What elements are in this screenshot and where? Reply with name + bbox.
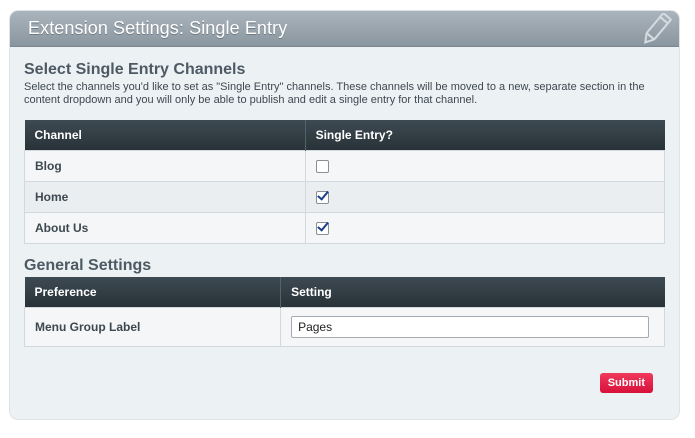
menu-group-label-input[interactable]: [291, 316, 650, 338]
panel-title: Extension Settings: Single Entry: [28, 18, 288, 38]
single-entry-cell: [304, 150, 666, 182]
channels-description: Select the channels you'd like to set as…: [24, 81, 645, 106]
general-settings-title: General Settings: [24, 257, 152, 274]
general-header-row: Preference Setting: [24, 277, 665, 308]
channels-header-row: Channel Single Entry?: [24, 120, 665, 151]
single-entry-cell: [304, 181, 666, 213]
channel-column-header: Channel: [24, 120, 306, 151]
channel-name: About Us: [24, 212, 306, 244]
submit-button[interactable]: Submit: [599, 373, 653, 393]
preference-label: Menu Group Label: [23, 307, 282, 347]
panel-header: Extension Settings: Single Entry: [10, 11, 679, 47]
settings-panel: Extension Settings: Single Entry Select …: [9, 10, 680, 420]
single-entry-cell: [304, 212, 666, 244]
table-row: Menu Group Label: [23, 307, 665, 347]
table-row: Blog: [24, 150, 666, 182]
setting-column-header: Setting: [280, 277, 665, 308]
table-row: About Us: [24, 212, 666, 244]
pencil-icon: [644, 13, 672, 44]
channels-table: Channel Single Entry? Blog Home About Us: [24, 120, 666, 244]
channel-name: Blog: [24, 150, 306, 182]
table-row: Home: [24, 181, 666, 213]
home-single-entry-checkbox[interactable]: [315, 191, 329, 205]
single-entry-column-header: Single Entry?: [304, 120, 665, 151]
general-settings-table: Preference Setting Menu Group Label: [23, 277, 665, 347]
channels-section-title: Select Single Entry Channels: [24, 61, 246, 78]
setting-cell: [280, 307, 665, 347]
about-us-single-entry-checkbox[interactable]: [315, 222, 329, 236]
blog-single-entry-checkbox[interactable]: [315, 160, 329, 174]
preference-column-header: Preference: [24, 277, 281, 308]
channel-name: Home: [24, 181, 306, 213]
